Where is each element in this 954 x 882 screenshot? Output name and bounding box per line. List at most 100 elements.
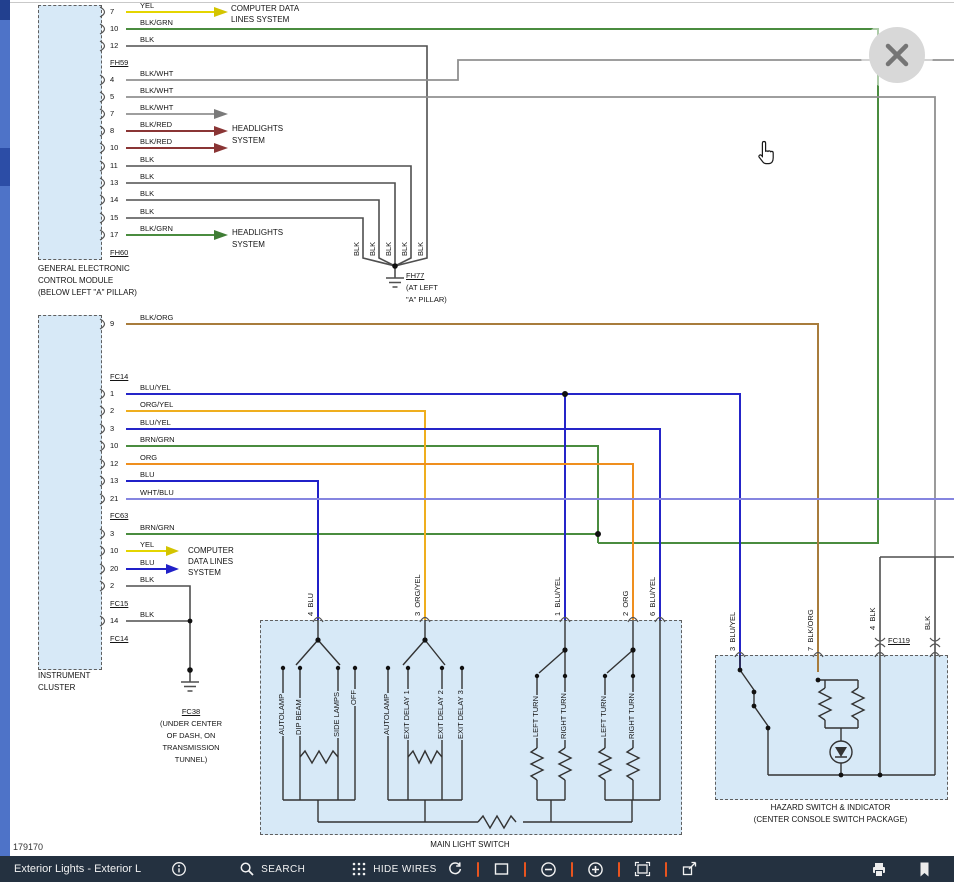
wire-label: BLK bbox=[140, 36, 154, 45]
wire-label-vertical: 3 BLU/YEL bbox=[729, 612, 738, 651]
wire-label: BLK/RED bbox=[140, 121, 172, 130]
bottom-toolbar: Exterior Lights - Exterior L SEARCH bbox=[0, 856, 954, 882]
ground-fh77 bbox=[386, 266, 404, 287]
search-button[interactable]: SEARCH bbox=[239, 861, 305, 877]
switch-position-label: LEFT TURN bbox=[600, 695, 609, 738]
system-label: COMPUTER bbox=[188, 546, 234, 555]
info-icon bbox=[171, 861, 187, 877]
gecm-title: GENERAL ELECTRONIC bbox=[38, 264, 130, 273]
connector-label-fc63: FC63 bbox=[110, 512, 128, 521]
wire-label: BRN/GRN bbox=[140, 436, 175, 445]
zoom-in-icon bbox=[587, 861, 604, 878]
hide-wires-label: HIDE WIRES bbox=[373, 864, 436, 875]
connector-label-fc14b: FC14 bbox=[110, 635, 128, 644]
system-arrows bbox=[166, 7, 228, 574]
system-label: LINES SYSTEM bbox=[231, 15, 289, 24]
switch-position-label: AUTOLAMP bbox=[278, 693, 287, 736]
wire-label: BLK/RED bbox=[140, 138, 172, 147]
wire-label-vertical: BLK bbox=[353, 242, 362, 256]
cluster-title: CLUSTER bbox=[38, 683, 75, 692]
wire-label-vertical: 4 BLK bbox=[869, 607, 878, 630]
top-border bbox=[10, 2, 954, 3]
pin-number: 13 bbox=[110, 179, 118, 188]
toolbar-separator bbox=[665, 862, 667, 877]
zoom-out-icon bbox=[540, 861, 557, 878]
mouse-cursor bbox=[757, 140, 779, 172]
pin-number: 3 bbox=[110, 425, 114, 434]
switch-position-label: EXIT DELAY 3 bbox=[457, 689, 466, 740]
wire-label: BLK/WHT bbox=[140, 70, 173, 79]
print-button[interactable] bbox=[870, 861, 888, 878]
wire-label: ORG/YEL bbox=[140, 401, 173, 410]
scrollbar-thumb[interactable] bbox=[0, 148, 10, 186]
switch-position-label: DIP BEAM bbox=[295, 698, 304, 736]
pin-number: 11 bbox=[110, 162, 118, 171]
pin-number: 7 bbox=[110, 8, 114, 17]
bookmark-button[interactable] bbox=[916, 861, 932, 878]
system-label: SYSTEM bbox=[232, 240, 265, 249]
wire-blk-ground1 bbox=[126, 586, 190, 670]
wire-label: BLU/YEL bbox=[140, 419, 171, 428]
pin-number: 12 bbox=[110, 42, 118, 51]
wire-label-vertical: BLK bbox=[385, 242, 394, 256]
system-label: SYSTEM bbox=[232, 136, 265, 145]
export-button[interactable] bbox=[681, 861, 698, 877]
hazard-switch-internals bbox=[740, 655, 935, 775]
cluster-title: INSTRUMENT bbox=[38, 671, 90, 680]
pin-number: 10 bbox=[110, 25, 118, 34]
sheet-number: 179170 bbox=[13, 842, 43, 852]
wire-label: BRN/GRN bbox=[140, 524, 175, 533]
pin-number: 12 bbox=[110, 460, 118, 469]
reset-view-button[interactable] bbox=[447, 861, 463, 877]
wire-label: BLK bbox=[140, 576, 154, 585]
pin-number: 10 bbox=[110, 442, 118, 451]
hand-pointer-icon bbox=[757, 140, 779, 167]
wire-label: BLK/GRN bbox=[140, 225, 173, 234]
ground-location: (UNDER CENTER bbox=[146, 720, 236, 729]
info-button[interactable] bbox=[171, 861, 187, 877]
wire-label-vertical: 7 BLK/ORG bbox=[807, 609, 816, 651]
gecm-title: (BELOW LEFT "A" PILLAR) bbox=[38, 288, 137, 297]
zoom-out-button[interactable] bbox=[540, 861, 557, 878]
wire-bluyel-2 bbox=[126, 429, 660, 620]
fit-screen-button[interactable] bbox=[634, 861, 651, 877]
wire-label-vertical: BLK bbox=[369, 242, 378, 256]
connector-label-fc14: FC14 bbox=[110, 373, 128, 382]
region-zoom-button[interactable] bbox=[493, 861, 510, 877]
close-button[interactable] bbox=[869, 27, 925, 83]
ground-label-fh77: FH77 bbox=[406, 272, 424, 281]
wire-blk-right bbox=[880, 557, 954, 775]
hide-wires-button[interactable]: HIDE WIRES bbox=[351, 861, 436, 877]
ground-location: OF DASH, ON bbox=[146, 732, 236, 741]
connector-label-fc15: FC15 bbox=[110, 600, 128, 609]
wire-label: YEL bbox=[140, 2, 154, 11]
gecm-title: CONTROL MODULE bbox=[38, 276, 113, 285]
left-scrollbar[interactable] bbox=[0, 0, 10, 882]
pin-number: 3 bbox=[110, 530, 114, 539]
wire-label: BLK bbox=[140, 208, 154, 217]
diagram-title-tab[interactable]: Exterior Lights - Exterior L bbox=[14, 863, 141, 875]
wire-label: BLK/GRN bbox=[140, 19, 173, 28]
switch-position-label: LEFT TURN bbox=[532, 695, 541, 738]
pin-number: 21 bbox=[110, 495, 118, 504]
ground-fc38 bbox=[181, 670, 199, 691]
export-icon bbox=[681, 861, 698, 877]
wire-label-vertical: BLK bbox=[401, 242, 410, 256]
zoom-in-button[interactable] bbox=[587, 861, 604, 878]
toolbar-separator bbox=[524, 862, 526, 877]
wire-label-vertical: BLK bbox=[417, 242, 426, 256]
wires-grid-icon bbox=[351, 861, 367, 877]
app-window: 7 YEL 10 BLK/GRN 12 BLK FH59 4 BLK/WHT 5… bbox=[0, 0, 954, 882]
wire-label: BLK bbox=[140, 173, 154, 182]
pin-number: 14 bbox=[110, 617, 118, 626]
switch-position-label: SIDE LAMPS bbox=[333, 691, 342, 738]
ground-location: (AT LEFT bbox=[406, 284, 438, 293]
ground-location: TUNNEL) bbox=[146, 756, 236, 765]
wire-label-vertical: 4 BLU bbox=[307, 593, 316, 616]
wire-label: BLK bbox=[140, 611, 154, 620]
connector-label-fh59: FH59 bbox=[110, 59, 128, 68]
system-label: COMPUTER DATA bbox=[231, 4, 299, 13]
wire-blkgrn-long bbox=[126, 29, 878, 543]
pin-number: 2 bbox=[110, 582, 114, 591]
pin-number: 5 bbox=[110, 93, 114, 102]
